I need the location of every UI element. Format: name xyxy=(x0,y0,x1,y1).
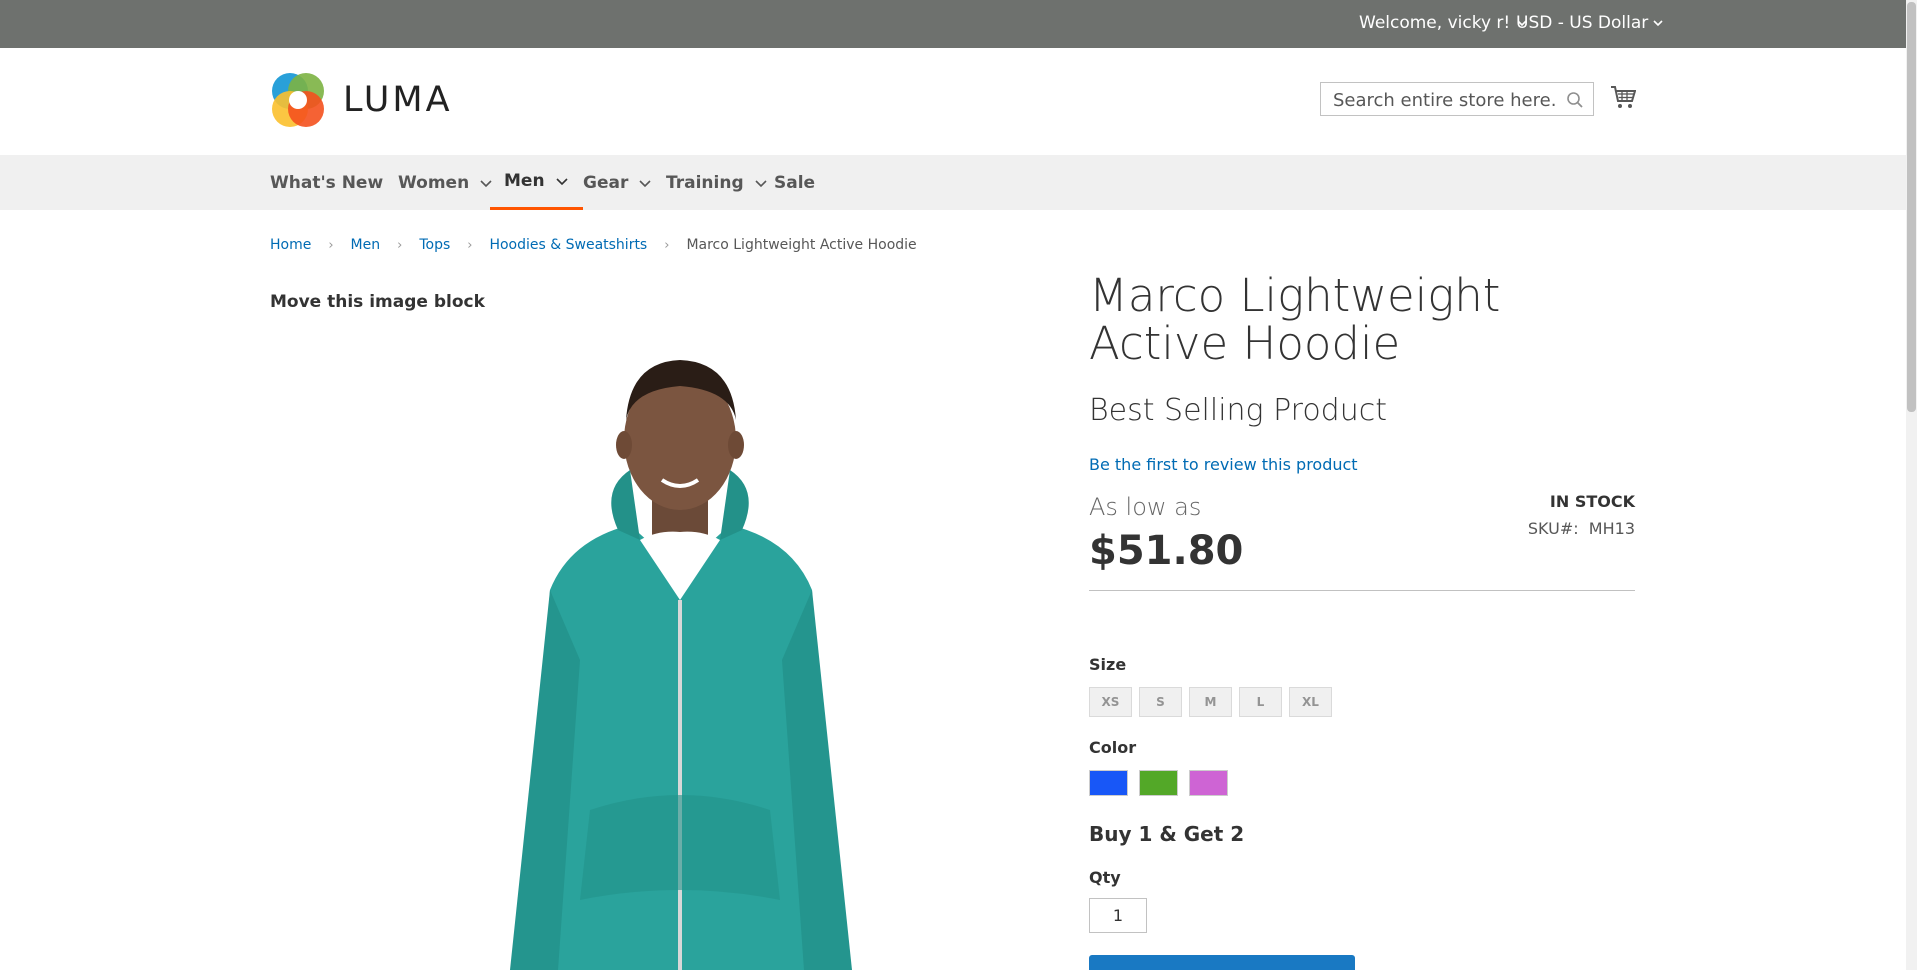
nav-label: Women xyxy=(398,172,470,193)
sku-value: MH13 xyxy=(1588,519,1635,538)
search-box[interactable] xyxy=(1320,82,1594,116)
search-input[interactable] xyxy=(1331,87,1557,113)
product-image[interactable] xyxy=(440,340,920,970)
currency-switcher[interactable]: USD - US Dollar xyxy=(1516,13,1664,33)
luma-logo-icon xyxy=(272,73,324,127)
size-option-xs[interactable]: XS xyxy=(1089,687,1132,717)
breadcrumb-current: Marco Lightweight Active Hoodie xyxy=(686,237,917,253)
search-icon[interactable] xyxy=(1566,91,1584,109)
review-link[interactable]: Be the first to review this product xyxy=(1089,455,1358,474)
chevron-down-icon xyxy=(639,179,651,187)
size-option-l[interactable]: L xyxy=(1239,687,1282,717)
chevron-down-icon xyxy=(1653,20,1663,27)
nav-label: Gear xyxy=(583,172,629,193)
cart-icon[interactable] xyxy=(1610,84,1636,110)
logo-text: LUMA xyxy=(343,80,453,120)
scrollbar-thumb[interactable] xyxy=(1907,2,1916,412)
divider xyxy=(1089,590,1635,591)
nav-label: Sale xyxy=(774,172,816,193)
color-label: Color xyxy=(1089,738,1137,757)
price-prefix: As low as xyxy=(1089,493,1202,521)
size-option-s[interactable]: S xyxy=(1139,687,1182,717)
main-nav: What's New Women Men Gear Training Sale xyxy=(0,155,1906,210)
product-title: Marco Lightweight Active Hoodie xyxy=(1089,269,1501,370)
color-options xyxy=(1089,770,1228,796)
color-swatch-green[interactable] xyxy=(1139,770,1178,796)
chevron-right-icon: › xyxy=(467,237,473,253)
add-to-cart-button[interactable] xyxy=(1089,955,1355,970)
promo-text: Buy 1 & Get 2 xyxy=(1089,822,1245,846)
product-price: $51.80 xyxy=(1089,528,1244,574)
nav-label: What's New xyxy=(270,172,384,193)
nav-label: Men xyxy=(504,171,545,191)
breadcrumb-link-home[interactable]: Home xyxy=(270,237,311,253)
qty-label: Qty xyxy=(1089,868,1121,887)
color-swatch-lavender[interactable] xyxy=(1189,770,1228,796)
size-option-m[interactable]: M xyxy=(1189,687,1232,717)
chevron-right-icon: › xyxy=(328,237,334,253)
sku-label: SKU#: xyxy=(1527,519,1579,538)
nav-item-gear[interactable]: Gear xyxy=(583,155,652,210)
size-options: XS S M L XL xyxy=(1089,687,1332,717)
sku: SKU#: MH13 xyxy=(1528,519,1635,538)
top-bar: Welcome, vicky r! USD - US Dollar xyxy=(0,0,1906,48)
nav-item-training[interactable]: Training xyxy=(666,155,768,210)
chevron-down-icon xyxy=(755,179,767,187)
breadcrumb-link-tops[interactable]: Tops xyxy=(419,237,450,253)
move-image-block-label[interactable]: Move this image block xyxy=(270,292,485,312)
breadcrumb: Home › Men › Tops › Hoodies & Sweatshirt… xyxy=(270,237,917,253)
color-swatch-blue[interactable] xyxy=(1089,770,1128,796)
currency-text: USD - US Dollar xyxy=(1516,13,1649,33)
store-logo[interactable]: LUMA xyxy=(270,71,453,129)
stock-status: IN STOCK xyxy=(1549,492,1635,511)
qty-input[interactable] xyxy=(1089,898,1147,933)
chevron-right-icon: › xyxy=(397,237,403,253)
nav-item-whats-new[interactable]: What's New xyxy=(270,155,383,210)
chevron-down-icon xyxy=(555,178,568,186)
welcome-text: Welcome, vicky r! xyxy=(1359,13,1511,33)
nav-item-sale[interactable]: Sale xyxy=(774,155,815,210)
product-subtitle: Best Selling Product xyxy=(1089,393,1387,428)
size-option-xl[interactable]: XL xyxy=(1289,687,1332,717)
chevron-right-icon: › xyxy=(664,237,670,253)
welcome-menu[interactable]: Welcome, vicky r! xyxy=(1359,13,1528,33)
breadcrumb-link-men[interactable]: Men xyxy=(351,237,381,253)
size-label: Size xyxy=(1089,655,1127,674)
nav-label: Training xyxy=(666,172,744,193)
breadcrumb-link-hoodies[interactable]: Hoodies & Sweatshirts xyxy=(489,237,647,253)
nav-item-men[interactable]: Men xyxy=(490,155,583,210)
nav-item-women[interactable]: Women xyxy=(398,155,493,210)
